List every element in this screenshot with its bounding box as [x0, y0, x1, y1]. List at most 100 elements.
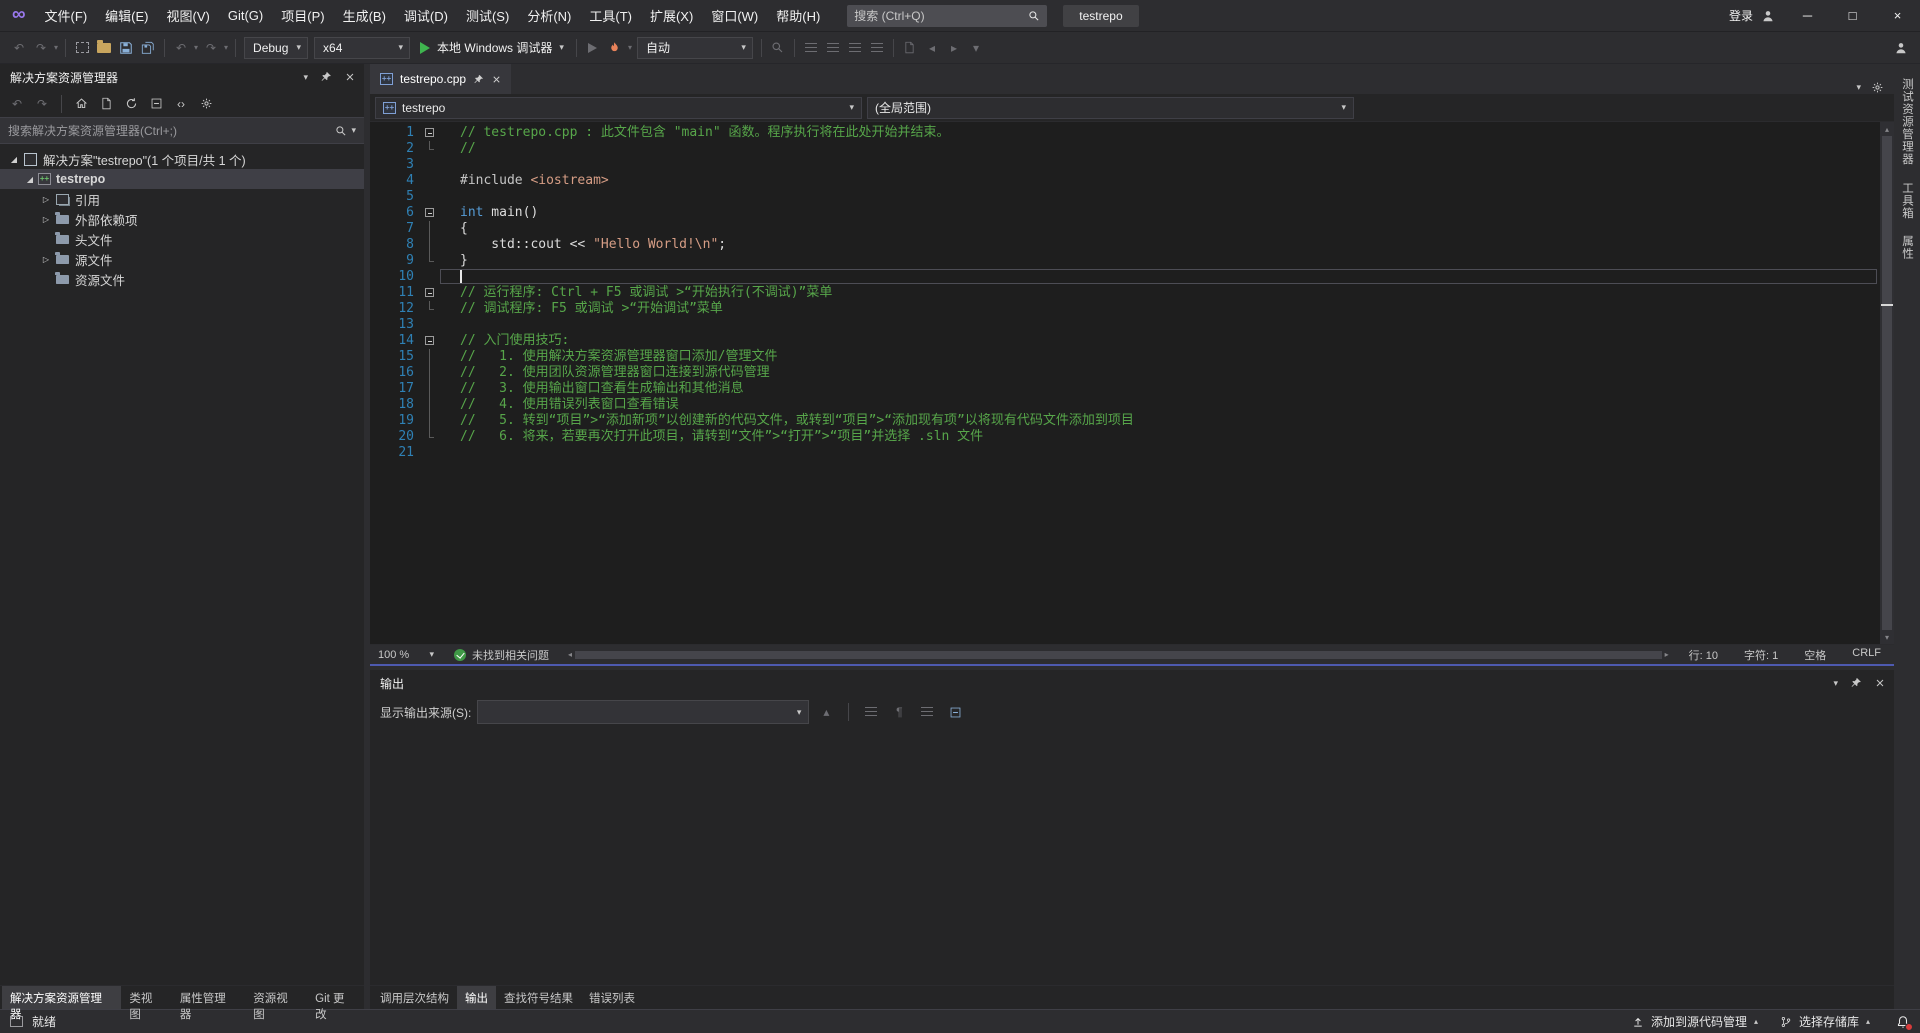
- sync-with-active-document-icon[interactable]: [95, 94, 117, 114]
- comment-icon[interactable]: [800, 36, 822, 60]
- increase-indent-icon[interactable]: [866, 36, 888, 60]
- pin-icon[interactable]: [473, 74, 484, 85]
- menu-item[interactable]: 扩展(X): [641, 0, 702, 31]
- code-line[interactable]: 10: [370, 269, 1880, 285]
- collapse-box-icon[interactable]: [425, 288, 434, 297]
- code-line[interactable]: 15// 1. 使用解决方案资源管理器窗口添加/管理文件: [370, 349, 1880, 365]
- code-line[interactable]: 2//: [370, 141, 1880, 157]
- code-line[interactable]: 5: [370, 189, 1880, 205]
- code-line[interactable]: 11// 运行程序: Ctrl + F5 或调试 >“开始执行(不调试)”菜单: [370, 285, 1880, 301]
- collapse-box-icon[interactable]: [425, 128, 434, 137]
- left-dock-tab[interactable]: 资源视图: [245, 986, 307, 1009]
- menu-item[interactable]: 测试(S): [457, 0, 518, 31]
- find-in-files-icon[interactable]: [767, 36, 789, 60]
- char-indicator[interactable]: 字符: 1: [1731, 647, 1791, 663]
- code-line[interactable]: 19// 5. 转到“项目”>“添加新项”以创建新的代码文件，或转到“项目”>“…: [370, 413, 1880, 429]
- save-all-icon[interactable]: [137, 36, 159, 60]
- document-tab[interactable]: testrepo.cpp: [370, 64, 511, 94]
- code-line[interactable]: 20// 6. 将来，若要再次打开此项目，请转到“文件”>“打开”>“项目”并选…: [370, 429, 1880, 445]
- tree-expanded-arrow[interactable]: ◢: [6, 155, 22, 164]
- tree-item[interactable]: ▷源文件: [0, 249, 364, 269]
- navigate-back-icon[interactable]: ↶: [8, 36, 30, 60]
- bottom-dock-tab[interactable]: 调用层次结构: [372, 986, 457, 1009]
- platform-dropdown[interactable]: x64 ▾: [314, 37, 410, 59]
- menu-item[interactable]: 窗口(W): [702, 0, 767, 31]
- bottom-dock-tab[interactable]: 输出: [457, 986, 496, 1009]
- code-line[interactable]: 12// 调试程序: F5 或调试 >“开始调试”菜单: [370, 301, 1880, 317]
- editor-horizontal-scrollbar[interactable]: ◂ ▸: [561, 645, 1676, 664]
- explorer-back-icon[interactable]: ↶: [6, 94, 28, 114]
- eol-indicator[interactable]: CRLF: [1839, 647, 1894, 663]
- home-icon[interactable]: [70, 94, 92, 114]
- line-indicator[interactable]: 行: 10: [1676, 647, 1731, 663]
- code-lines[interactable]: 1// testrepo.cpp : 此文件包含 "main" 函数。程序执行将…: [370, 122, 1880, 644]
- collapse-box-icon[interactable]: [425, 336, 434, 345]
- quick-search-box[interactable]: 搜索 (Ctrl+Q): [847, 5, 1047, 27]
- tree-item[interactable]: ▷引用: [0, 189, 364, 209]
- hscrollbar-thumb[interactable]: [575, 651, 1662, 659]
- clear-all-icon[interactable]: [860, 701, 882, 723]
- spaces-indicator[interactable]: 空格: [1791, 647, 1839, 663]
- close-icon[interactable]: [344, 71, 356, 83]
- window-position-icon[interactable]: ▾: [303, 72, 308, 83]
- code-line[interactable]: 7{: [370, 221, 1880, 237]
- tree-item[interactable]: ◢解决方案"testrepo"(1 个项目/共 1 个): [0, 149, 364, 169]
- code-line[interactable]: 16// 2. 使用团队资源管理器窗口连接到源代码管理: [370, 365, 1880, 381]
- code-line[interactable]: 17// 3. 使用输出窗口查看生成输出和其他消息: [370, 381, 1880, 397]
- refresh-icon[interactable]: [120, 94, 142, 114]
- maximize-button[interactable]: □: [1830, 0, 1875, 31]
- scope-dropdown[interactable]: (全局范围) ▾: [867, 97, 1354, 119]
- autohide-tab[interactable]: 测试资源管理器: [1899, 78, 1915, 166]
- bottom-dock-tab[interactable]: 错误列表: [581, 986, 643, 1009]
- left-dock-tab[interactable]: 解决方案资源管理器: [2, 986, 121, 1009]
- tree-item[interactable]: ▷外部依赖项: [0, 209, 364, 229]
- collapse-all-icon[interactable]: [145, 94, 167, 114]
- scrollbar-thumb[interactable]: [1882, 136, 1892, 630]
- toolbar-overflow-icon[interactable]: ▾: [965, 36, 987, 60]
- window-position-icon[interactable]: ▾: [1833, 678, 1838, 689]
- close-window-button[interactable]: ×: [1875, 0, 1920, 31]
- left-dock-tab[interactable]: 属性管理器: [172, 986, 245, 1009]
- tree-collapsed-arrow[interactable]: ▷: [38, 255, 54, 264]
- menu-item[interactable]: 分析(N): [518, 0, 580, 31]
- pin-icon[interactable]: [1850, 677, 1862, 689]
- properties-icon[interactable]: [195, 94, 217, 114]
- code-line[interactable]: 8 std::cout << "Hello World!\n";: [370, 237, 1880, 253]
- menu-item[interactable]: 项目(P): [272, 0, 333, 31]
- output-source-dropdown[interactable]: ▾: [477, 700, 809, 724]
- auto-dropdown[interactable]: 自动 ▾: [637, 37, 753, 59]
- scroll-up-icon[interactable]: ▴: [1885, 122, 1889, 136]
- scroll-right-icon[interactable]: ▸: [1662, 650, 1672, 659]
- search-options-icon[interactable]: ▾: [351, 125, 356, 136]
- goto-previous-message-icon[interactable]: ▴: [815, 701, 837, 723]
- minimize-button[interactable]: ─: [1785, 0, 1830, 31]
- bottom-dock-tab[interactable]: 查找符号结果: [496, 986, 581, 1009]
- navigate-forward-icon[interactable]: ↷: [30, 36, 52, 60]
- output-settings-icon[interactable]: [944, 701, 966, 723]
- menu-item[interactable]: 生成(B): [334, 0, 395, 31]
- add-to-source-control-button[interactable]: 添加到源代码管理 ▴: [1632, 1013, 1758, 1030]
- toggle-bookmark-icon[interactable]: [899, 36, 921, 60]
- solution-search-input[interactable]: 搜索解决方案资源管理器(Ctrl+;) ▾: [0, 118, 364, 144]
- send-feedback-icon[interactable]: [1890, 36, 1912, 60]
- tree-expanded-arrow[interactable]: ◢: [22, 175, 38, 184]
- close-icon[interactable]: [1874, 677, 1886, 689]
- menu-item[interactable]: 编辑(E): [96, 0, 157, 31]
- code-line[interactable]: 13: [370, 317, 1880, 333]
- left-dock-tab[interactable]: Git 更改: [307, 986, 364, 1009]
- code-line[interactable]: 4#include <iostream>: [370, 173, 1880, 189]
- output-content[interactable]: [370, 728, 1894, 985]
- menu-item[interactable]: 工具(T): [580, 0, 641, 31]
- project-dropdown[interactable]: testrepo ▾: [375, 97, 862, 119]
- autohide-tab[interactable]: 属性: [1899, 235, 1915, 260]
- hot-reload-icon[interactable]: [604, 36, 626, 60]
- next-bookmark-icon[interactable]: ▸: [943, 36, 965, 60]
- hot-reload-dropdown-icon[interactable]: ▾: [626, 43, 634, 52]
- code-line[interactable]: 14// 入门使用技巧:: [370, 333, 1880, 349]
- start-without-debugging-icon[interactable]: [582, 36, 604, 60]
- scrollbar-track[interactable]: [1880, 136, 1894, 630]
- code-line[interactable]: 6int main(): [370, 205, 1880, 221]
- menu-item[interactable]: 视图(V): [158, 0, 219, 31]
- hscrollbar-track[interactable]: [575, 650, 1662, 660]
- word-wrap-icon[interactable]: ¶: [888, 701, 910, 723]
